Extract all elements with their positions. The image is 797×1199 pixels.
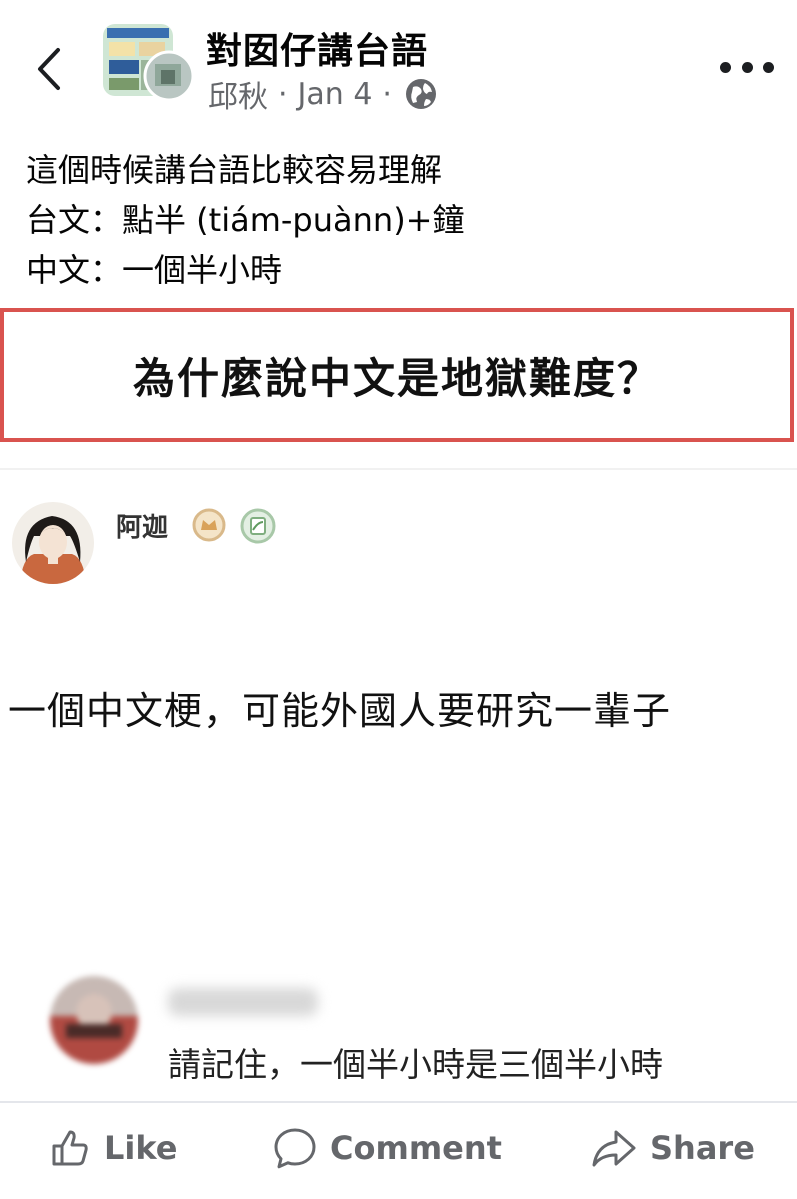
- shared-image[interactable]: 為什麼說中文是地獄難度？ 阿迦 一個中文梗，可能外國人要研究一輩子 請記住，一個…: [0, 300, 797, 1100]
- meme-banner-text: 為什麼說中文是地獄難度？: [132, 353, 661, 403]
- globe-icon: [405, 79, 436, 109]
- meme-comment-text: 一個中文梗，可能外國人要研究一輩子: [8, 689, 672, 733]
- reply-comment-text: 請記住，一個半小時是三個半小時: [168, 1045, 663, 1084]
- meta-separator: ·: [382, 76, 392, 112]
- post-header: 對囡仔講台語 邱秋 · Jan 4 ·: [0, 0, 797, 120]
- commenter-name: 阿迦: [116, 513, 169, 543]
- post-line: 台文：點半 (tiám-puànn)+鐘: [26, 201, 465, 239]
- crown-badge-icon: [192, 508, 226, 542]
- back-button[interactable]: [30, 44, 70, 94]
- comment-button[interactable]: Comment: [272, 1123, 502, 1173]
- meta-separator: ·: [278, 76, 288, 112]
- comment-bubble-icon: [274, 1128, 316, 1169]
- leaf-badge-icon: [240, 508, 276, 544]
- commenter-avatar: [12, 502, 94, 584]
- author-name[interactable]: 邱秋: [208, 72, 268, 116]
- share-label: Share: [650, 1129, 755, 1167]
- chevron-left-icon: [38, 48, 60, 90]
- group-name[interactable]: 對囡仔講台語: [206, 22, 428, 74]
- group-avatar[interactable]: [103, 24, 195, 102]
- post-meta: 邱秋 · Jan 4 ·: [208, 72, 438, 116]
- thumbs-up-icon: [52, 1130, 88, 1166]
- like-label: Like: [104, 1129, 178, 1167]
- like-button[interactable]: Like: [48, 1123, 177, 1173]
- post-text: 這個時候講台語比較容易理解 台文：點半 (tiám-puànn)+鐘 中文：一個…: [26, 145, 786, 295]
- comment-label: Comment: [330, 1129, 502, 1167]
- meme-banner: 為什麼說中文是地獄難度？: [0, 308, 794, 442]
- dot-icon: [720, 61, 731, 73]
- post-date[interactable]: Jan 4: [298, 77, 373, 112]
- share-button[interactable]: Share: [590, 1123, 755, 1173]
- action-bar: Like Comment Share: [0, 1101, 797, 1199]
- more-options-button[interactable]: [720, 52, 774, 82]
- blurred-avatar: [50, 976, 138, 1064]
- post-line: 中文：一個半小時: [26, 251, 283, 289]
- blurred-name: [168, 988, 318, 1016]
- dot-icon: [763, 61, 774, 73]
- post-line: 這個時候講台語比較容易理解: [26, 151, 443, 189]
- dot-icon: [741, 61, 753, 73]
- divider: [0, 468, 797, 470]
- share-arrow-icon: [592, 1130, 636, 1167]
